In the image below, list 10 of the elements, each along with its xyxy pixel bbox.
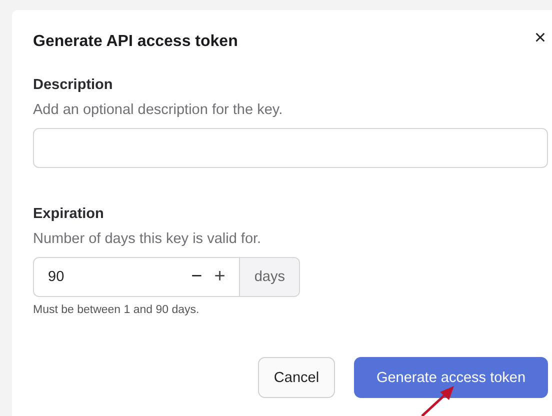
cancel-button[interactable]: Cancel xyxy=(258,357,335,398)
description-field[interactable] xyxy=(33,128,548,168)
generate-button[interactable]: Generate access token xyxy=(354,357,548,398)
field-label: Description xyxy=(33,77,113,93)
field-hint: Number of days this key is valid for. xyxy=(33,231,262,247)
dialog-title: Generate API access token xyxy=(33,33,238,51)
help-text: Must be between 1 and 90 days. xyxy=(33,304,200,316)
field-label: Expiration xyxy=(33,206,104,222)
close-button[interactable]: × xyxy=(528,28,552,48)
field-hint: Add an optional description for the key. xyxy=(33,102,283,118)
